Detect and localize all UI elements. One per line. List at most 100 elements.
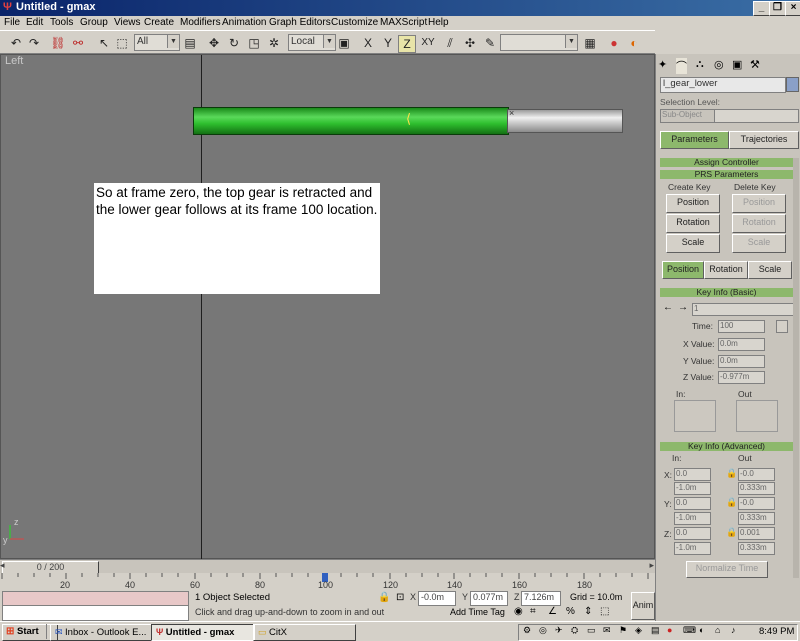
time-slider[interactable]: 0 / 200 ◂ ▸	[0, 559, 655, 574]
tray-icon[interactable]: ⌂	[715, 625, 720, 635]
tray-icon[interactable]: ◈	[635, 625, 642, 636]
axis-y-button[interactable]: Y	[380, 35, 396, 51]
tangent-in-flyout[interactable]	[674, 400, 716, 432]
key-info-basic-rollout[interactable]: Key Info (Basic)	[660, 288, 793, 297]
viewport-left[interactable]: Left ⟨ × So at frame zero, the top gear …	[0, 54, 655, 560]
adv-z-out2-spinner[interactable]: 0.333m	[738, 542, 775, 555]
mirror-icon[interactable]: ⫽	[442, 35, 458, 51]
material-editor-icon[interactable]: ▦	[582, 35, 598, 51]
tray-icon[interactable]: ●	[667, 625, 672, 635]
sub-object-button[interactable]: Sub-Object	[660, 109, 717, 123]
prs-parameters-rollout[interactable]: PRS Parameters	[660, 170, 793, 179]
pivot-center-icon[interactable]: ▣	[336, 35, 352, 51]
menu-file[interactable]: File	[4, 16, 20, 30]
x-coord-field[interactable]: -0.0m	[418, 591, 456, 606]
sub-object-dropdown[interactable]	[714, 109, 799, 123]
prs-position-button[interactable]: Position	[662, 261, 704, 279]
render-icon[interactable]: ●	[606, 35, 622, 51]
previous-key-icon[interactable]: ←	[663, 302, 673, 313]
select-region-icon[interactable]: ⬚	[114, 35, 130, 51]
hierarchy-tab-icon[interactable]: ⛬	[696, 58, 704, 71]
axis-x-button[interactable]: X	[360, 35, 376, 51]
task-gmax[interactable]: Ψ Untitled - gmax	[151, 624, 255, 641]
track-bar[interactable]: 20 40 60 80 100 120 140 160 180	[0, 573, 655, 590]
create-tab-icon[interactable]: ✦	[658, 58, 667, 71]
prs-scale-button[interactable]: Scale	[748, 261, 792, 279]
menu-animation[interactable]: Animation	[222, 16, 266, 30]
clock[interactable]: 8:49 PM	[759, 626, 794, 637]
axis-z-button[interactable]: Z	[398, 35, 416, 53]
prs-rotation-button[interactable]: Rotation	[704, 261, 748, 279]
selection-filter-dropdown[interactable]: All ▼	[134, 34, 180, 51]
tray-icon[interactable]: ▭	[587, 625, 596, 636]
panel-scrollbar[interactable]	[793, 158, 799, 578]
menu-graph-editors[interactable]: Graph Editors	[269, 16, 331, 30]
x-value-spinner[interactable]: 0.0m	[718, 338, 765, 351]
object-name-field[interactable]: l_gear_lower	[660, 77, 786, 93]
chevron-right-icon[interactable]: ▸	[649, 560, 654, 571]
y-coord-field[interactable]: 0.077m	[470, 591, 508, 606]
lock-icon[interactable]: 🔒	[726, 527, 737, 538]
tab-parameters[interactable]: Parameters	[660, 131, 729, 149]
tray-icon[interactable]: ✈	[555, 625, 563, 636]
adv-z-in2-spinner[interactable]: -1.0m	[674, 542, 711, 555]
rotate-icon[interactable]: ↻	[226, 35, 242, 51]
align-icon[interactable]: ✣	[462, 35, 478, 51]
menu-help[interactable]: Help	[428, 16, 449, 30]
adv-z-out-spinner[interactable]: 0.001	[738, 527, 775, 540]
adv-x-out2-spinner[interactable]: 0.333m	[738, 482, 775, 495]
delete-position-key-button[interactable]: Position	[732, 194, 786, 213]
menu-create[interactable]: Create	[144, 16, 174, 30]
minimize-button[interactable]: _	[753, 1, 770, 16]
redo-icon[interactable]: ↷	[26, 35, 42, 51]
gear-piston-object[interactable]: ×	[507, 108, 623, 133]
percent-snap-icon[interactable]: %	[566, 606, 575, 617]
adv-y-out-spinner[interactable]: -0.0	[738, 497, 775, 510]
menu-modifiers[interactable]: Modifiers	[180, 16, 221, 30]
normalize-time-button[interactable]: Normalize Time	[686, 561, 768, 578]
adv-x-in-spinner[interactable]: 0.0	[674, 468, 711, 481]
menu-views[interactable]: Views	[114, 16, 141, 30]
adv-y-out2-spinner[interactable]: 0.333m	[738, 512, 775, 525]
adv-y-in-spinner[interactable]: 0.0	[674, 497, 711, 510]
lock-icon[interactable]: 🔒	[726, 468, 737, 479]
adv-z-in-spinner[interactable]: 0.0	[674, 527, 711, 540]
key-number-field[interactable]: 1	[692, 303, 795, 316]
adv-x-in2-spinner[interactable]: -1.0m	[674, 482, 711, 495]
create-rotation-key-button[interactable]: Rotation	[666, 214, 720, 233]
named-selection-icon[interactable]: ✎	[482, 35, 498, 51]
reference-coord-dropdown[interactable]: Local ▼	[288, 34, 336, 51]
adv-y-in2-spinner[interactable]: -1.0m	[674, 512, 711, 525]
tray-icon[interactable]: ✉	[603, 625, 611, 636]
next-key-icon[interactable]: →	[678, 302, 688, 313]
menu-customize[interactable]: Customize	[331, 16, 378, 30]
create-position-key-button[interactable]: Position	[666, 194, 720, 213]
tray-icon[interactable]: ▤	[651, 625, 660, 636]
named-selection-sets-dropdown[interactable]: ▼	[500, 34, 578, 51]
tab-trajectories[interactable]: Trajectories	[729, 131, 799, 149]
scale-icon[interactable]: ◳	[246, 35, 262, 51]
maximize-button[interactable]: ❐	[769, 1, 786, 16]
object-color-swatch[interactable]	[786, 77, 799, 92]
unlink-icon[interactable]: ⚯	[70, 35, 86, 51]
utilities-tab-icon[interactable]: ⚒	[750, 58, 760, 71]
modify-tab-icon[interactable]: ⌒	[676, 58, 687, 74]
move-icon[interactable]: ✥	[206, 35, 222, 51]
gear-strut-object[interactable]: ⟨	[193, 107, 509, 135]
tray-icon[interactable]: ⚙	[523, 625, 531, 636]
time-spinner[interactable]: 100	[718, 320, 765, 333]
time-lock-button[interactable]	[776, 320, 788, 333]
tray-icon[interactable]: ◐	[699, 625, 704, 635]
delete-rotation-key-button[interactable]: Rotation	[732, 214, 786, 233]
assign-controller-rollout[interactable]: Assign Controller	[660, 158, 793, 167]
motion-tab-icon[interactable]: ◎	[714, 58, 724, 71]
tray-icon[interactable]: ⛭	[571, 625, 578, 636]
snap-icon[interactable]: ⌗	[530, 606, 536, 617]
y-value-spinner[interactable]: 0.0m	[718, 355, 765, 368]
delete-scale-key-button[interactable]: Scale	[732, 234, 786, 253]
animate-button[interactable]: Anim	[631, 592, 655, 620]
menu-edit[interactable]: Edit	[26, 16, 43, 30]
create-scale-key-button[interactable]: Scale	[666, 234, 720, 253]
pivot-icon[interactable]: ✲	[266, 35, 282, 51]
undo-icon[interactable]: ↶	[8, 35, 24, 51]
